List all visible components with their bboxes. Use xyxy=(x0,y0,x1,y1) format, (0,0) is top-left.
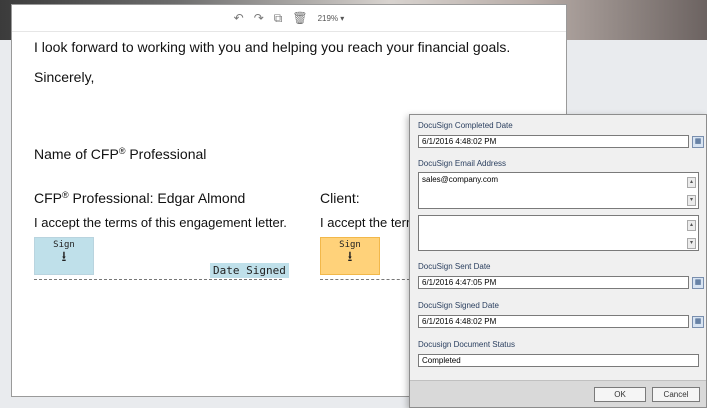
email-address-field[interactable]: sales@company.com ▴ ▾ xyxy=(418,172,699,209)
delete-icon[interactable]: 🗑 xyxy=(292,11,307,25)
document-status-label: Docusign Document Status xyxy=(418,340,515,349)
date-signed-tag[interactable]: Date Signed xyxy=(210,263,289,278)
email-address-value: sales@company.com xyxy=(422,175,498,184)
completed-date-field[interactable]: 6/1/2016 4:48:02 PM xyxy=(418,135,689,148)
sent-date-field[interactable]: 6/1/2016 4:47:05 PM xyxy=(418,276,689,289)
calendar-icon[interactable]: ▦ xyxy=(692,277,704,289)
docusign-properties-dialog: DocuSign Completed Date 6/1/2016 4:48:02… xyxy=(409,114,707,408)
document-toolbar: ↶ ↷ ⧉ 🗑 219% ▾ xyxy=(12,5,566,32)
redo-icon[interactable]: ↷ xyxy=(254,11,264,25)
ok-button[interactable]: OK xyxy=(594,387,646,402)
scroll-down-icon[interactable]: ▾ xyxy=(687,195,696,206)
signed-date-field[interactable]: 6/1/2016 4:48:02 PM xyxy=(418,315,689,328)
email-address-label: DocuSign Email Address xyxy=(418,159,507,168)
sign-here-tag-client[interactable]: Sign ⭳ xyxy=(320,237,380,275)
signature-line-advisor xyxy=(34,279,282,280)
accept-terms-right: I accept the term xyxy=(320,215,417,230)
secondary-text-area[interactable]: ▴ ▾ xyxy=(418,215,699,251)
scroll-down-icon[interactable]: ▾ xyxy=(687,238,696,249)
dialog-footer: OK Cancel xyxy=(410,380,706,407)
cfp-name-line: Name of CFP® Professional xyxy=(34,146,207,162)
download-arrow-icon: ⭳ xyxy=(61,249,67,265)
signature-line-client xyxy=(320,279,410,280)
undo-icon[interactable]: ↶ xyxy=(234,11,244,25)
copy-icon[interactable]: ⧉ xyxy=(274,11,283,26)
scroll-up-icon[interactable]: ▴ xyxy=(687,220,696,231)
document-status-field[interactable]: Completed xyxy=(418,354,699,367)
signed-date-label: DocuSign Signed Date xyxy=(418,301,499,310)
client-label: Client: xyxy=(320,190,360,206)
accept-terms-left: I accept the terms of this engagement le… xyxy=(34,215,287,230)
calendar-icon[interactable]: ▦ xyxy=(692,136,704,148)
calendar-icon[interactable]: ▦ xyxy=(692,316,704,328)
completed-date-label: DocuSign Completed Date xyxy=(418,121,513,130)
sincerely-text: Sincerely, xyxy=(34,69,95,85)
cancel-button[interactable]: Cancel xyxy=(652,387,700,402)
sign-here-tag-advisor[interactable]: Sign ⭳ xyxy=(34,237,94,275)
scroll-up-icon[interactable]: ▴ xyxy=(687,177,696,188)
zoom-level[interactable]: 219% ▾ xyxy=(318,14,345,23)
sent-date-label: DocuSign Sent Date xyxy=(418,262,491,271)
download-arrow-icon: ⭳ xyxy=(347,249,353,265)
cfp-professional-line: CFP® Professional: Edgar Almond xyxy=(34,190,246,206)
closing-line: I look forward to working with you and h… xyxy=(34,39,511,55)
